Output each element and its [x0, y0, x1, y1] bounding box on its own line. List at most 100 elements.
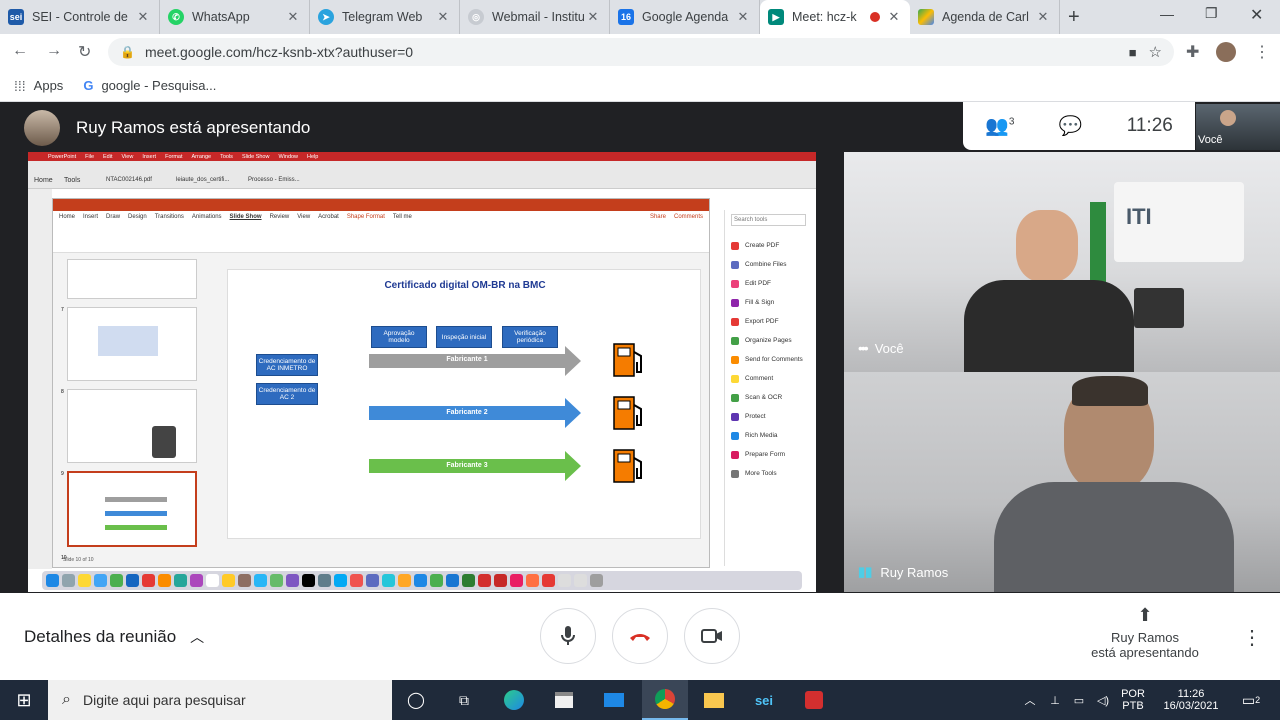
browser-tab-strip: sei SEI - Controle de ✕ ✆ WhatsApp ✕ ➤ T… — [0, 0, 1280, 34]
menu-icon[interactable]: ⋮ — [1254, 42, 1270, 62]
taskbar-clock[interactable]: 11:26 16/03/2021 — [1156, 680, 1226, 720]
pdf-file-tab: Processo - Emiss... — [248, 177, 300, 183]
mac-menu-item: Insert — [142, 153, 157, 160]
close-icon[interactable]: ✕ — [435, 9, 451, 25]
meet-status-panel: 👥3 💬 11:26 — [963, 102, 1195, 150]
reload-icon[interactable]: ↻ — [78, 42, 91, 62]
windows-taskbar: ⊞ ⌕ Digite aqui para pesquisar ◯ ⧉ sei ︿… — [0, 680, 1280, 720]
bookmark-apps[interactable]: Apps — [34, 78, 64, 93]
tab-meet[interactable]: ▶ Meet: hcz-k ✕ — [760, 0, 910, 34]
volume-icon[interactable]: ◁) — [1092, 680, 1114, 720]
telegram-icon: ➤ — [318, 9, 334, 25]
hang-up-button[interactable] — [612, 608, 668, 664]
person-head — [1016, 210, 1078, 282]
camera-button[interactable] — [684, 608, 740, 664]
acrobat-icon[interactable] — [796, 680, 832, 720]
ribbon-tab: Acrobat — [318, 214, 339, 220]
drive-icon — [918, 9, 934, 25]
meet-icon: ▶ — [768, 9, 784, 25]
tool-item: Organize Pages — [731, 331, 806, 350]
tool-item: Comment — [731, 369, 806, 388]
taskbar-search[interactable]: ⌕ Digite aqui para pesquisar — [48, 680, 392, 720]
thumb-diagram — [98, 326, 158, 356]
minimize-icon[interactable]: — — [1160, 6, 1174, 22]
forward-icon[interactable]: → — [46, 42, 62, 60]
tab-agenda[interactable]: Agenda de Carl ✕ — [910, 0, 1060, 34]
recording-icon — [870, 12, 880, 22]
chrome-icon[interactable] — [642, 680, 688, 720]
slide-thumbnail-active — [67, 471, 197, 547]
tab-telegram[interactable]: ➤ Telegram Web ✕ — [310, 0, 460, 34]
pdf-file-tab: NTAC002146.pdf — [106, 177, 152, 183]
search-tools-input: Search tools — [731, 214, 806, 226]
video-tile-ruy[interactable]: ▮▮ Ruy Ramos — [844, 372, 1280, 592]
cortana-icon[interactable]: ◯ — [398, 680, 434, 720]
new-tab-icon[interactable]: + — [1068, 6, 1080, 29]
star-icon[interactable]: ☆ — [1149, 43, 1162, 61]
acrobat-tools-panel: Search tools Create PDF Combine Files Ed… — [724, 210, 812, 566]
iti-logo: ITI — [1126, 204, 1152, 229]
language-indicator[interactable]: POR PTB — [1116, 680, 1150, 720]
tool-item: Fill & Sign — [731, 293, 806, 312]
file-explorer-icon[interactable] — [696, 680, 732, 720]
notification-icon[interactable]: ▭ 2 — [1234, 680, 1268, 720]
omnibox[interactable]: 🔒 meet.google.com/hcz-ksnb-xtx?authuser=… — [108, 38, 1174, 66]
fuel-pump-icon — [613, 343, 642, 377]
mac-menu-item: Slide Show — [241, 153, 270, 160]
close-icon[interactable]: ✕ — [135, 9, 151, 25]
more-options-icon[interactable]: ⋮ — [1242, 625, 1262, 650]
person-shirt — [994, 482, 1234, 592]
ribbon-tab-active: Slide Show — [229, 214, 262, 220]
ribbon-tab: Tell me — [392, 214, 412, 220]
tray-chevron-up-icon[interactable]: ︿ — [1018, 680, 1042, 720]
self-thumb-label: Você — [1198, 134, 1223, 146]
camera-icon[interactable]: ■ — [1129, 45, 1137, 60]
tool-item: Scan & OCR — [731, 388, 806, 407]
profile-avatar[interactable] — [1216, 42, 1236, 62]
flag — [1090, 202, 1106, 292]
tab-webmail[interactable]: ◎ Webmail - Institu ✕ — [460, 0, 610, 34]
mac-menu-item: Window — [278, 153, 299, 160]
slide-title: Certificado digital OM-BR na BMC — [384, 280, 546, 291]
maximize-icon[interactable]: ❐ — [1205, 5, 1218, 22]
display-icon[interactable]: ▭ — [1068, 680, 1090, 720]
close-icon[interactable]: ✕ — [1035, 9, 1051, 25]
extensions-icon[interactable]: ✚ — [1186, 42, 1199, 62]
close-icon[interactable]: ✕ — [735, 9, 751, 25]
close-icon[interactable]: ✕ — [285, 9, 301, 25]
edge-icon[interactable] — [496, 680, 532, 720]
task-view-icon[interactable]: ⧉ — [446, 680, 482, 720]
microphone-button[interactable] — [540, 608, 596, 664]
back-icon[interactable]: ← — [12, 42, 28, 60]
tab-label: Google Agenda — [642, 10, 729, 24]
tab-whatsapp[interactable]: ✆ WhatsApp ✕ — [160, 0, 310, 34]
bookmark-google[interactable]: google - Pesquisa... — [101, 78, 216, 93]
thumb-phone — [152, 426, 176, 458]
people-button[interactable]: 👥3 — [985, 114, 1014, 138]
close-icon[interactable]: ✕ — [886, 9, 902, 25]
tab-google-agenda[interactable]: 16 Google Agenda ✕ — [610, 0, 760, 34]
laptop — [1134, 288, 1184, 328]
video-tile-you[interactable]: ITI ••• Você — [844, 152, 1280, 372]
chevron-up-icon: ︿ — [190, 629, 205, 645]
chat-icon[interactable]: 💬 — [1059, 114, 1083, 138]
meeting-details-button[interactable]: Detalhes da reunião ︿ — [24, 627, 204, 647]
sei-app-icon[interactable]: sei — [746, 680, 782, 720]
tab-sei[interactable]: sei SEI - Controle de ✕ — [0, 0, 160, 34]
mail-icon[interactable] — [596, 680, 632, 720]
self-thumbnail[interactable]: Você — [1196, 104, 1280, 150]
tab-label: Telegram Web — [342, 10, 423, 24]
pdf-tab-home: Home — [34, 177, 53, 184]
ribbon-tab: Shape Format — [346, 214, 385, 220]
thumb-arrow — [105, 511, 167, 516]
close-icon[interactable]: ✕ — [585, 9, 601, 25]
people-icon: 👥 — [985, 116, 1009, 137]
fuel-pump-icon — [613, 449, 642, 483]
network-icon[interactable]: ⊥ — [1044, 680, 1066, 720]
close-window-icon[interactable]: ✕ — [1250, 5, 1263, 25]
whatsapp-icon: ✆ — [168, 9, 184, 25]
store-icon[interactable] — [546, 680, 582, 720]
windows-start-icon[interactable]: ⊞ — [0, 680, 48, 720]
presenting-indicator[interactable]: ⬆ Ruy Ramos está apresentando — [1080, 605, 1210, 660]
fuel-pump-icon — [613, 396, 642, 430]
